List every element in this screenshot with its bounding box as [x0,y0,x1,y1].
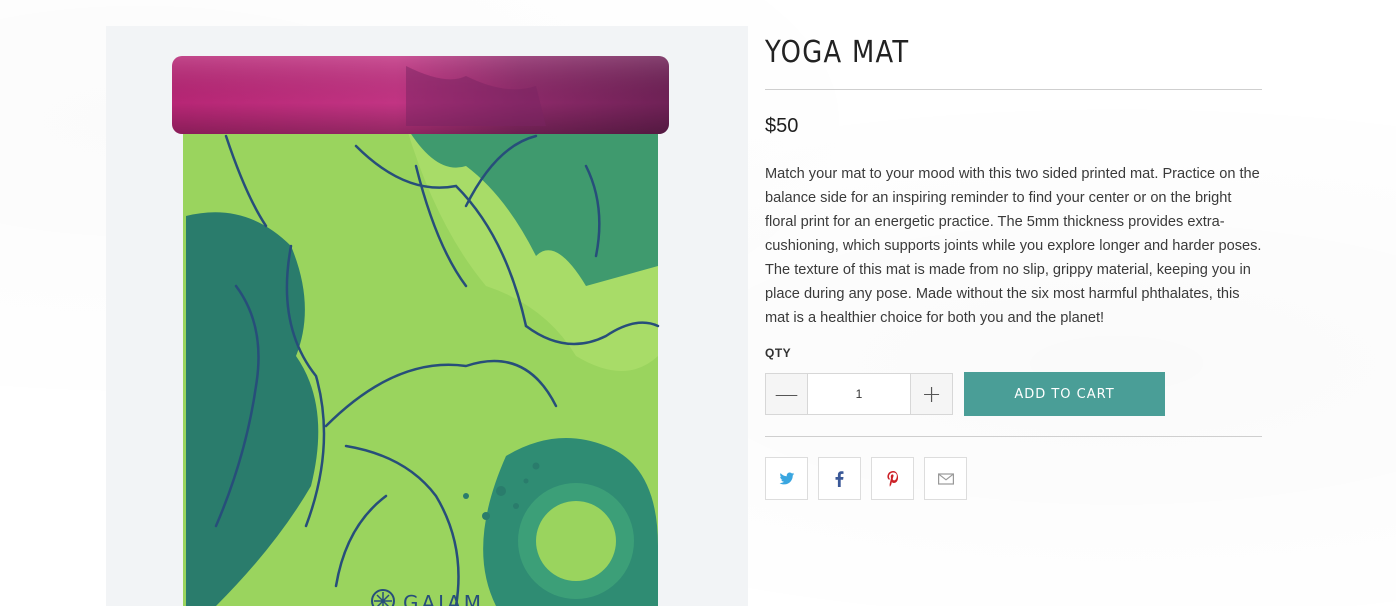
product-image[interactable]: GAIAM [106,26,748,606]
twitter-icon [779,472,794,484]
product-details: YOGA MAT $50 Match your mat to your mood… [765,26,1262,500]
share-email-button[interactable] [924,457,967,500]
share-buttons [765,457,1262,500]
add-to-cart-button[interactable]: ADD TO CART [964,372,1165,416]
product-price: $50 [765,115,799,137]
email-icon [937,472,954,485]
product-title: YOGA MAT [765,35,910,70]
qty-label: QTY [765,346,792,360]
brand-text: GAIAM [403,591,484,606]
share-twitter-button[interactable] [765,457,808,500]
pinterest-icon [886,470,898,487]
title-divider [765,89,1262,90]
purchase-row: — + ADD TO CART [765,372,1262,416]
share-pinterest-button[interactable] [871,457,914,500]
quantity-stepper: — + [765,373,953,415]
share-facebook-button[interactable] [818,457,861,500]
product-description: Match your mat to your mood with this tw… [765,166,1262,326]
decrease-qty-button[interactable]: — [766,374,808,414]
cart-divider [765,436,1262,437]
quantity-input[interactable] [808,374,910,414]
facebook-icon [835,470,844,487]
increase-qty-button[interactable]: + [910,374,952,414]
